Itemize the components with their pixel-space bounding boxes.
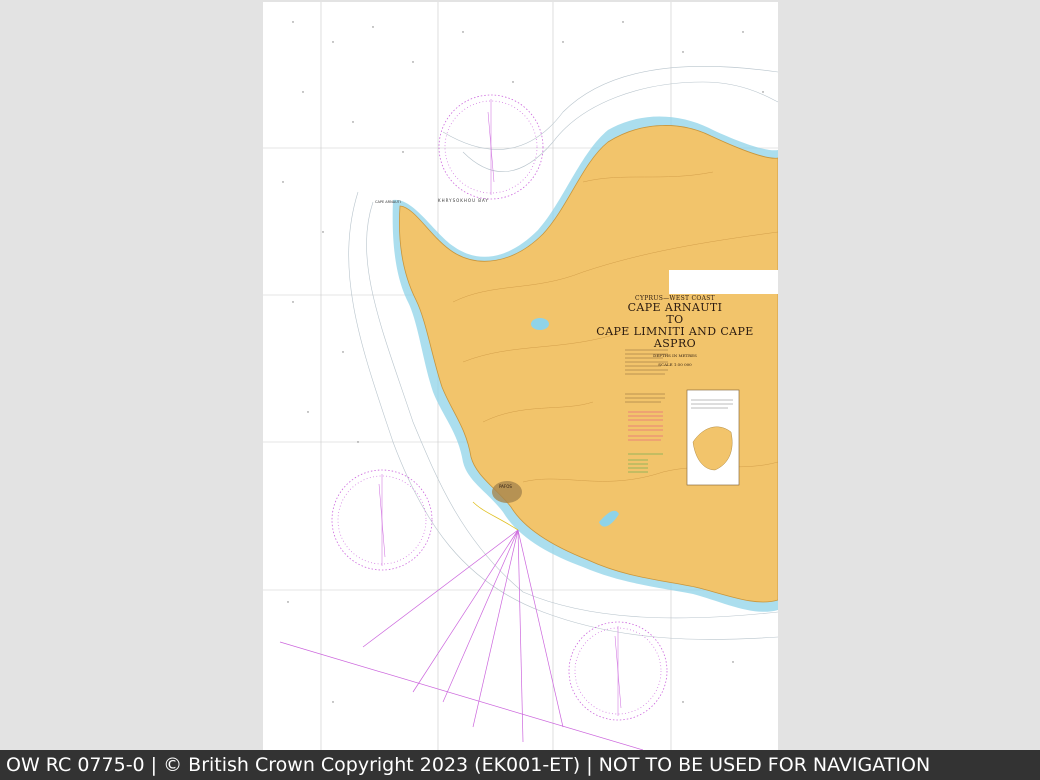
nautical-chart-sheet[interactable]: PAFOS KHRYSOKHOU BAY CAPE ARNAUTI CYPRUS… xyxy=(263,2,778,750)
copyright-footer: OW RC 0775-0 | © British Crown Copyright… xyxy=(0,750,1040,780)
reservoir xyxy=(531,318,549,330)
cape-label: CAPE ARNAUTI xyxy=(375,200,401,204)
compass-rose xyxy=(438,94,544,200)
depth-note: DEPTHS IN METRES xyxy=(653,353,697,358)
chart-title-block: CYPRUS—WEST COAST CAPE ARNAUTI TO CAPE L… xyxy=(580,295,770,368)
chart-title-line-3: CAPE LIMNITI AND CAPE ASPRO xyxy=(596,325,754,350)
compass-rose xyxy=(331,469,433,571)
notice-panel xyxy=(669,270,778,294)
footer-text: OW RC 0775-0 | © British Crown Copyright… xyxy=(6,754,931,776)
chart-map: PAFOS KHRYSOKHOU BAY CAPE ARNAUTI xyxy=(263,2,778,750)
scale-note: SCALE 1:50 000 xyxy=(658,362,692,367)
inset-map xyxy=(686,389,740,486)
chart-viewer[interactable]: PAFOS KHRYSOKHOU BAY CAPE ARNAUTI CYPRUS… xyxy=(0,0,1040,750)
town-label: PAFOS xyxy=(499,484,512,489)
bay-label: KHRYSOKHOU BAY xyxy=(438,198,489,203)
